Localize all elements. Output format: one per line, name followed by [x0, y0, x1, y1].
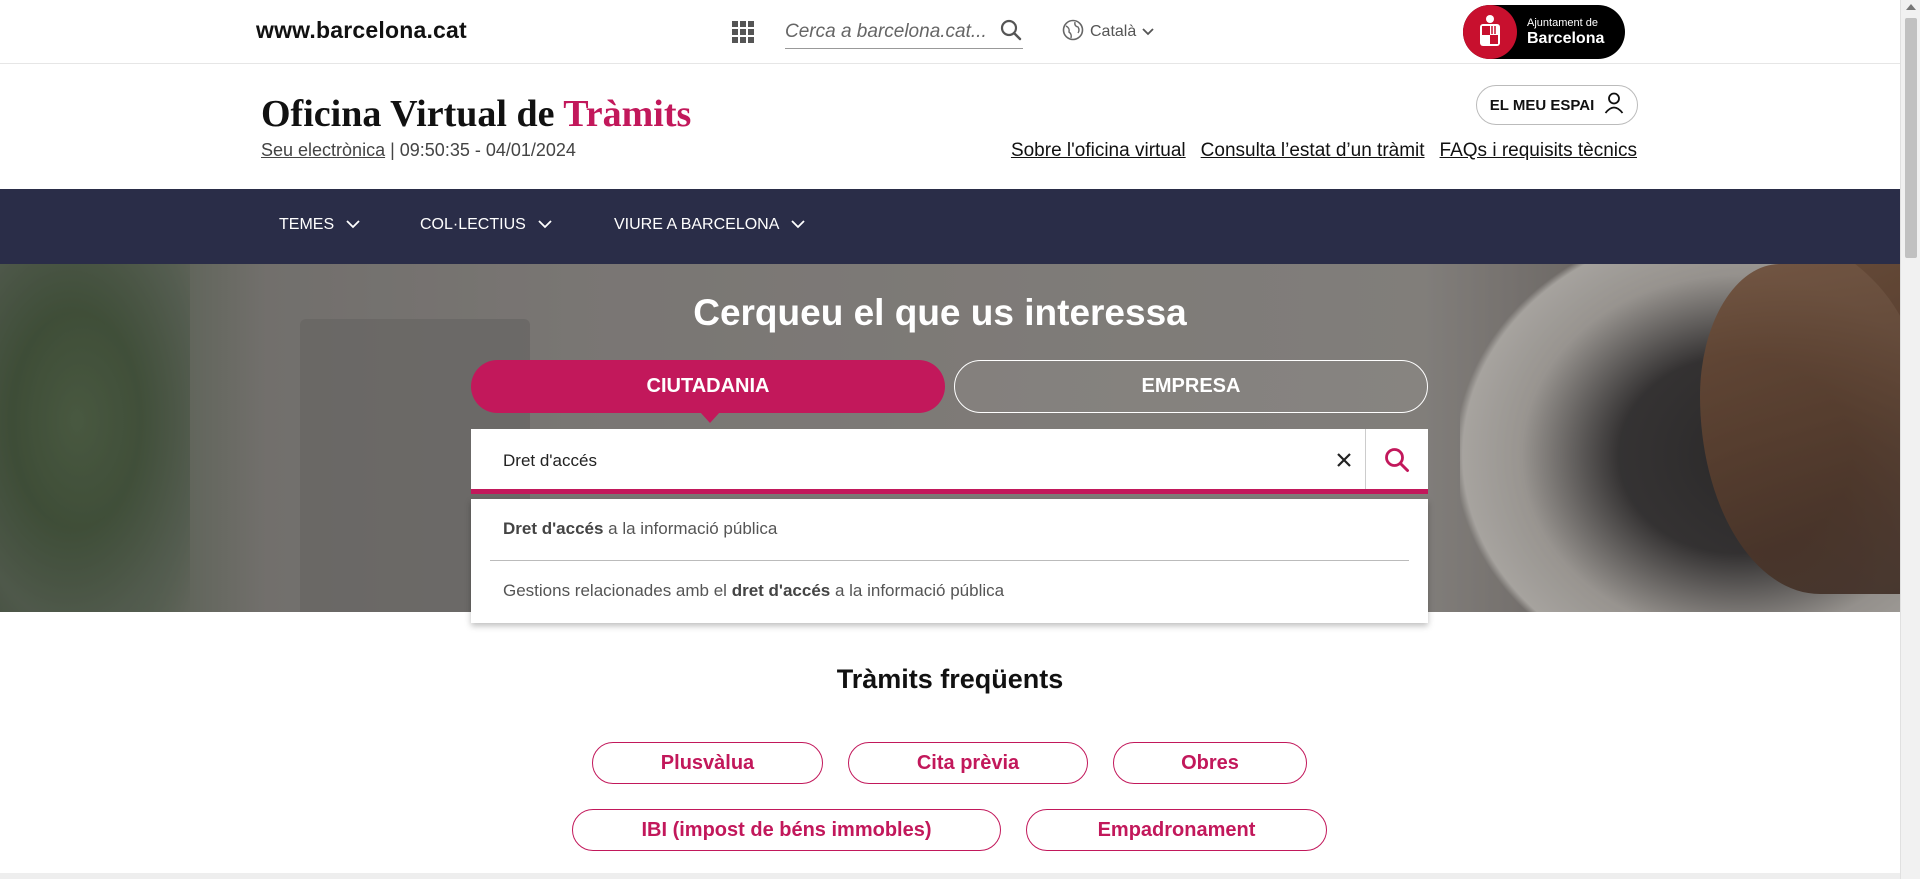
nav-item-viure-a-barcelona[interactable]: VIURE A BARCELONA: [614, 216, 806, 234]
horizontal-scrollbar[interactable]: [0, 873, 1900, 879]
user-icon: [1604, 92, 1624, 118]
tab-empresa[interactable]: EMPRESA: [954, 360, 1428, 413]
ajuntament-logo[interactable]: Ajuntament de Barcelona: [1463, 5, 1625, 59]
main-search-box: [471, 429, 1428, 494]
search-divider: [1365, 429, 1366, 489]
frequent-pill-ibi[interactable]: IBI (impost de béns immobles): [572, 809, 1001, 851]
scroll-up-arrow-icon[interactable]: [1906, 4, 1916, 10]
about-link[interactable]: Sobre l'oficina virtual: [1011, 140, 1186, 162]
search-button[interactable]: [1381, 444, 1413, 476]
scroll-thumb[interactable]: [1905, 18, 1917, 258]
frequent-pill-cita-previa[interactable]: Cita prèvia: [848, 742, 1088, 784]
top-search: [785, 18, 1023, 49]
top-bar: www.barcelona.cat Català: [0, 0, 1900, 64]
suggestion-text: a la informació pública: [603, 519, 778, 538]
seu-electronica-link[interactable]: Seu electrònica: [261, 140, 385, 160]
search-icon[interactable]: [1000, 19, 1022, 46]
suggestion-text: a la informació pública: [830, 581, 1005, 600]
frequent-title: Tràmits freqüents: [836, 664, 1064, 694]
close-icon: [1337, 453, 1351, 467]
header-subline: Seu electrònica | 09:50:35 - 04/01/2024: [261, 140, 576, 161]
suggestion-match: Dret d'accés: [503, 519, 604, 538]
datetime-text: | 09:50:35 - 04/01/2024: [390, 140, 576, 160]
site-link[interactable]: www.barcelona.cat: [256, 17, 467, 44]
search-suggestions: Dret d'accés a la informació pública Ges…: [471, 499, 1428, 623]
suggestion-match: dret d'accés: [731, 581, 831, 600]
suggestion-item[interactable]: Dret d'accés a la informació pública: [503, 519, 777, 539]
main-search-input[interactable]: [503, 447, 1303, 475]
clear-button[interactable]: [1329, 445, 1359, 475]
logo-line1: Ajuntament de: [1527, 16, 1598, 29]
my-space-label: EL MEU ESPAI: [1489, 96, 1595, 114]
my-space-button[interactable]: EL MEU ESPAI: [1476, 85, 1638, 125]
top-search-input[interactable]: [785, 18, 985, 46]
title-part2: Tràmits: [563, 93, 692, 135]
chevron-down-icon: [538, 216, 552, 234]
page-title: Oficina Virtual de Tràmits: [261, 92, 691, 136]
chevron-down-icon: [346, 216, 360, 234]
logo-text: Ajuntament de Barcelona: [1527, 16, 1605, 47]
nav-label: COL·LECTIUS: [420, 216, 526, 233]
hero-title: Cerqueu el que us interessa: [693, 292, 1187, 333]
nav-label: TEMES: [279, 216, 335, 233]
logo-line2: Barcelona: [1527, 29, 1605, 47]
suggestion-divider: [490, 560, 1409, 561]
header-links: Sobre l'oficina virtual Consulta l’estat…: [1011, 140, 1637, 162]
globe-icon: [1062, 19, 1084, 46]
tab-ciutadania[interactable]: CIUTADANIA: [471, 360, 945, 423]
chevron-down-icon: [791, 216, 806, 234]
language-label: Català: [1090, 23, 1137, 40]
language-selector[interactable]: Català: [1062, 19, 1154, 46]
vertical-scrollbar[interactable]: [1900, 0, 1920, 879]
suggestion-text: Gestions relacionades amb el: [503, 581, 732, 600]
title-part1: Oficina Virtual de: [261, 93, 564, 135]
nav-item-col-lectius[interactable]: COL·LECTIUS: [420, 216, 552, 234]
city-seal-icon: [1463, 5, 1517, 59]
faqs-link[interactable]: FAQs i requisits tècnics: [1440, 140, 1637, 162]
apps-grid-icon[interactable]: [732, 21, 754, 43]
status-link[interactable]: Consulta l’estat d’un tràmit: [1201, 140, 1425, 162]
nav-label: VIURE A BARCELONA: [614, 216, 780, 233]
suggestion-item[interactable]: Gestions relacionades amb el dret d'accé…: [503, 581, 1004, 601]
nav-item-temes[interactable]: TEMES: [279, 216, 360, 234]
search-icon: [1385, 448, 1409, 472]
main-nav: TEMES COL·LECTIUS VIURE A BARCELONA: [0, 189, 1900, 264]
frequent-pill-plusvalua[interactable]: Plusvàlua: [592, 742, 823, 784]
frequent-pill-obres[interactable]: Obres: [1113, 742, 1307, 784]
frequent-pill-empadronament[interactable]: Empadronament: [1026, 809, 1327, 851]
chevron-down-icon: [1142, 23, 1154, 41]
